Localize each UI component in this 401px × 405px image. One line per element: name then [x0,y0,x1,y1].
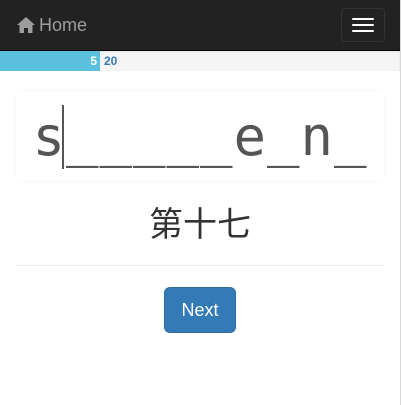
text-caret [62,105,64,169]
next-button[interactable]: Next [164,287,236,333]
hamburger-bar [352,30,374,32]
home-icon [16,16,39,34]
menu-toggle-button[interactable] [341,8,385,42]
progress-current: 5 [90,54,97,68]
progress-fill: 5 [0,51,100,71]
home-label: Home [39,14,88,35]
actions: Next [0,287,400,333]
page: Home 5 20 s_____e_n_ 第十七 Next [0,0,401,405]
progress-bar: 5 20 [0,51,400,71]
hamburger-bar [352,24,374,26]
word-pattern: s_____e_n_ [32,104,368,168]
hamburger-menu-icon [352,18,374,20]
word-display-box[interactable]: s_____e_n_ [16,91,384,181]
divider [16,265,384,266]
progress-total: 20 [104,54,118,68]
navbar: Home [0,0,400,51]
home-link[interactable]: Home [16,15,87,36]
clue-text: 第十七 [149,205,251,245]
